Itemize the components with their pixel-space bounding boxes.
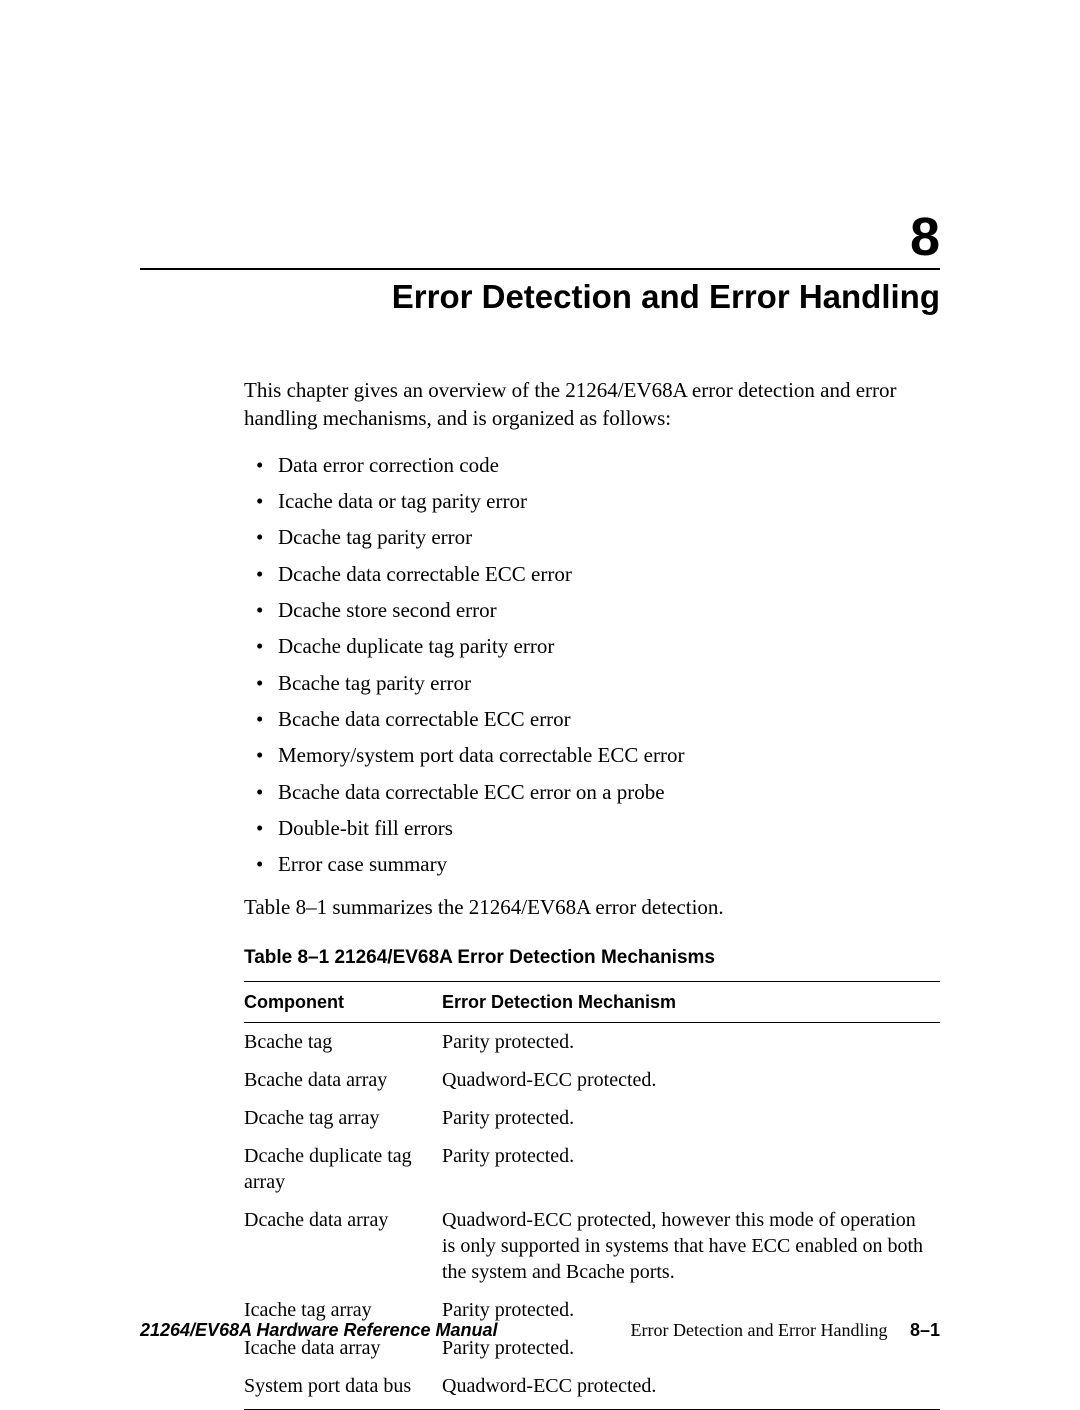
chapter-number: 8: [140, 210, 940, 264]
list-item: Dcache tag parity error: [244, 523, 940, 551]
cell-mechanism: Parity protected.: [442, 1099, 940, 1137]
list-item: Icache data or tag parity error: [244, 487, 940, 515]
footer-page-number: 8–1: [910, 1320, 940, 1340]
table-leadout: Table 8–1 summarizes the 21264/EV68A err…: [244, 893, 940, 921]
table-header-row: Component Error Detection Mechanism: [244, 981, 940, 1022]
cell-component: Bcache data array: [244, 1061, 442, 1099]
list-item: Error case summary: [244, 850, 940, 878]
table-row: Dcache tag array Parity protected.: [244, 1099, 940, 1137]
cell-component: Dcache duplicate tag array: [244, 1137, 442, 1201]
list-item: Bcache data correctable ECC error: [244, 705, 940, 733]
page-content: 8 Error Detection and Error Handling Thi…: [140, 0, 940, 1410]
intro-paragraph: This chapter gives an overview of the 21…: [244, 376, 940, 433]
table-row: Bcache data array Quadword-ECC protected…: [244, 1061, 940, 1099]
list-item: Memory/system port data correctable ECC …: [244, 741, 940, 769]
footer-manual-title: 21264/EV68A Hardware Reference Manual: [140, 1320, 498, 1341]
list-item: Bcache data correctable ECC error on a p…: [244, 778, 940, 806]
cell-component: Dcache tag array: [244, 1099, 442, 1137]
list-item: Bcache tag parity error: [244, 669, 940, 697]
chapter-title: Error Detection and Error Handling: [140, 278, 940, 316]
cell-component: System port data bus: [244, 1367, 442, 1410]
th-component: Component: [244, 981, 442, 1022]
table-row: System port data bus Quadword-ECC protec…: [244, 1367, 940, 1410]
title-rule: [140, 268, 940, 270]
topic-list: Data error correction code Icache data o…: [244, 451, 940, 879]
list-item: Double-bit fill errors: [244, 814, 940, 842]
cell-component: Bcache tag: [244, 1023, 442, 1062]
error-detection-table: Component Error Detection Mechanism Bcac…: [244, 981, 940, 1410]
footer-section-title: Error Detection and Error Handling: [631, 1320, 888, 1340]
cell-mechanism: Quadword-ECC protected.: [442, 1367, 940, 1410]
footer-section: Error Detection and Error Handling 8–1: [631, 1320, 940, 1341]
cell-mechanism: Parity protected.: [442, 1137, 940, 1201]
list-item: Dcache data correctable ECC error: [244, 560, 940, 588]
table-row: Dcache duplicate tag array Parity protec…: [244, 1137, 940, 1201]
th-mechanism: Error Detection Mechanism: [442, 981, 940, 1022]
cell-component: Dcache data array: [244, 1201, 442, 1291]
table-caption: Table 8–1 21264/EV68A Error Detection Me…: [244, 945, 940, 971]
body-text: This chapter gives an overview of the 21…: [244, 376, 940, 1410]
list-item: Dcache store second error: [244, 596, 940, 624]
cell-mechanism: Quadword-ECC protected.: [442, 1061, 940, 1099]
cell-mechanism: Quadword-ECC protected, however this mod…: [442, 1201, 940, 1291]
cell-mechanism: Parity protected.: [442, 1023, 940, 1062]
table-row: Dcache data array Quadword-ECC protected…: [244, 1201, 940, 1291]
list-item: Dcache duplicate tag parity error: [244, 632, 940, 660]
list-item: Data error correction code: [244, 451, 940, 479]
table-row: Bcache tag Parity protected.: [244, 1023, 940, 1062]
page-footer: 21264/EV68A Hardware Reference Manual Er…: [140, 1320, 940, 1341]
